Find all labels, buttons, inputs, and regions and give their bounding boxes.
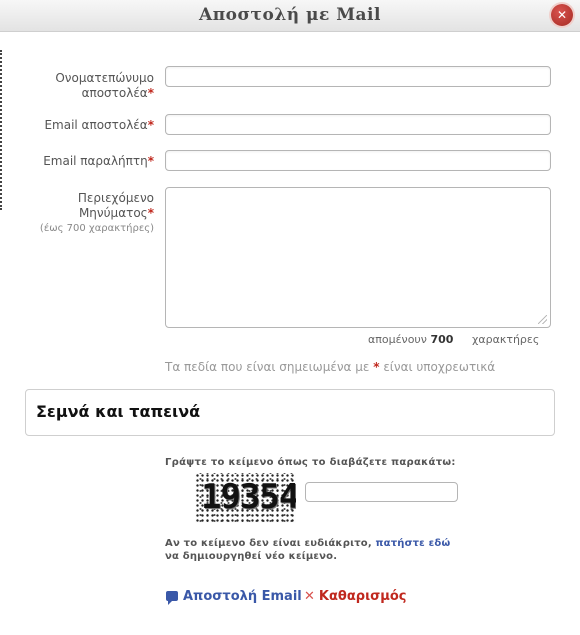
sender-name-label-line2: αποστολέα (81, 86, 148, 100)
captcha-note: Αν το κείμενο δεν είναι ευδιάκριτο, πατή… (165, 537, 465, 563)
captcha-image-text: 19354 (201, 477, 296, 517)
slogan-box: Σεμνά και ταπεινά (25, 389, 555, 436)
recipient-email-label: Email παραλήπτη* (43, 154, 154, 169)
send-email-button[interactable]: Αποστολή Email (166, 589, 302, 605)
dialog-titlebar: Αποστολή με Mail ✕ (0, 0, 580, 32)
captcha-note-after: να δημιουργηθεί νέο κείμενο. (165, 551, 338, 562)
required-mark: * (147, 118, 154, 132)
sender-name-label: Ονοματεπώνυμο αποστολέα* (55, 71, 154, 101)
send-email-label: Αποστολή Email (183, 589, 302, 604)
required-note: Τα πεδία που είναι σημειωμένα με * είναι… (165, 360, 495, 374)
required-mark: * (147, 206, 154, 220)
required-note-before: Τα πεδία που είναι σημειωμένα με (165, 360, 370, 374)
message-textarea[interactable] (165, 187, 551, 328)
message-label-line2: Μηνύματος (78, 206, 148, 220)
speech-bubble-icon (166, 591, 178, 605)
close-icon: ✕ (556, 8, 568, 22)
sender-email-label-text: Email αποστολέα (44, 118, 148, 132)
message-label: Περιεχόμενο Μηνύματος* (έως 700 χαρακτήρ… (40, 191, 154, 236)
captcha-refresh-link[interactable]: πατήστε εδώ (376, 538, 451, 549)
sender-email-label: Email αποστολέα* (44, 118, 154, 133)
message-hint: (έως 700 χαρακτήρες) (39, 223, 154, 234)
message-label-line1: Περιεχόμενο (77, 191, 154, 205)
captcha-image: 19354 (195, 473, 296, 523)
recipient-email-input[interactable] (165, 150, 551, 171)
char-counter: απομένουν 700 (368, 333, 453, 346)
captcha-instruction: Γράψτε το κείμενο όπως το διαβάζετε παρα… (165, 457, 456, 468)
required-mark: * (147, 154, 154, 168)
captcha-input[interactable] (305, 482, 458, 502)
clear-button[interactable]: ✕ Καθαρισμός (304, 589, 406, 604)
counter-value: 700 (430, 333, 454, 346)
resize-grip-icon[interactable] (538, 315, 547, 324)
required-note-mark: * (373, 360, 380, 374)
counter-suffix: χαρακτήρες (472, 333, 540, 346)
dialog-title: Αποστολή με Mail (199, 5, 381, 25)
captcha-note-before: Αν το κείμενο δεν είναι ευδιάκριτο, (165, 538, 376, 549)
sender-name-label-line1: Ονοματεπώνυμο (55, 71, 154, 85)
clear-label: Καθαρισμός (318, 589, 407, 604)
sender-email-input[interactable] (165, 114, 551, 135)
counter-prefix: απομένουν (368, 333, 427, 346)
sender-name-input[interactable] (165, 66, 551, 87)
left-edge-divider (0, 50, 2, 210)
x-icon: ✕ (304, 589, 315, 604)
required-mark: * (147, 86, 154, 100)
close-button[interactable]: ✕ (551, 4, 573, 26)
required-note-after: είναι υποχρεωτικά (383, 360, 496, 374)
slogan-text: Σεμνά και ταπεινά (36, 402, 201, 421)
recipient-email-label-text: Email παραλήπτη (43, 154, 148, 168)
